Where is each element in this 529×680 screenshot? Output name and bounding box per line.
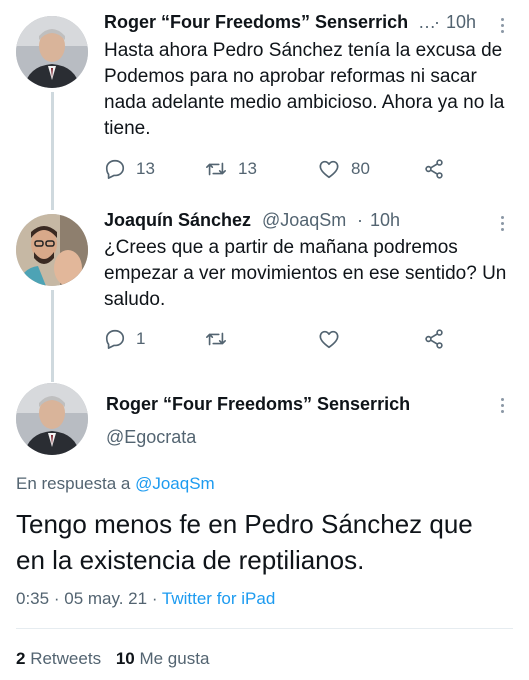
heart-icon [319, 330, 339, 349]
author-handle[interactable]: @Egocrata [106, 427, 196, 448]
meta-separator: · [151, 589, 158, 608]
retweet-icon [206, 332, 226, 346]
tweet-source-link[interactable]: Twitter for iPad [162, 589, 275, 608]
tweet-time[interactable]: 10h [370, 210, 400, 231]
author-name[interactable]: Roger “Four Freedoms” Senserrich [104, 12, 408, 33]
likes-stat[interactable]: 10 Me gusta [116, 649, 210, 668]
avatar[interactable] [16, 16, 88, 88]
author-name[interactable]: Roger “Four Freedoms” Senserrich [106, 394, 410, 415]
tweet-date: 05 may. 21 [64, 589, 148, 608]
reply-button[interactable]: 13 [104, 158, 155, 180]
reply-context: En respuesta a @JoaqSm [16, 474, 215, 494]
retweets-stat[interactable]: 2 Retweets [16, 649, 106, 668]
retweets-count: 2 [16, 649, 26, 668]
avatar[interactable] [16, 383, 88, 455]
tweet-time[interactable]: 10h [446, 12, 476, 33]
time-separator: · [434, 12, 440, 32]
meta-separator: · [53, 589, 60, 608]
reply-count: 1 [136, 329, 146, 348]
retweet-count: 13 [238, 159, 257, 178]
reply-prefix: En respuesta a [16, 474, 131, 493]
divider [16, 628, 513, 629]
engagement-stats: 2 Retweets 10 Me gusta [16, 649, 209, 669]
reply-to-link[interactable]: @JoaqSm [135, 474, 215, 493]
retweets-label: Retweets [30, 649, 102, 668]
retweet-button[interactable] [204, 328, 228, 350]
heart-icon [319, 160, 339, 179]
tweet-text: Hasta ahora Pedro Sánchez tenía la excus… [104, 40, 505, 139]
thread-line [51, 290, 54, 382]
tweet-actions: 13 13 80 [104, 158, 464, 182]
likes-label: Me gusta [139, 649, 210, 668]
main-tweet-text: Tengo menos fe en Pedro Sánchez que en l… [16, 509, 473, 575]
reply-count: 13 [136, 159, 155, 178]
share-button[interactable] [423, 328, 445, 350]
reply-icon [105, 329, 125, 349]
avatar[interactable] [16, 214, 88, 286]
tweet-text: ¿Crees que a partir de mañana podremos e… [104, 237, 507, 310]
author-name[interactable]: Joaquín Sánchez [104, 210, 251, 231]
retweet-button[interactable]: 13 [204, 158, 257, 180]
more-vertical-icon[interactable] [499, 18, 505, 33]
share-button[interactable] [423, 158, 445, 180]
share-icon [425, 159, 443, 179]
like-count: 80 [351, 159, 370, 178]
like-button[interactable] [317, 328, 341, 350]
thread-line [51, 92, 54, 210]
more-vertical-icon[interactable] [499, 398, 505, 413]
likes-count: 10 [115, 649, 135, 668]
like-button[interactable]: 80 [317, 158, 370, 180]
reply-icon [105, 159, 125, 179]
tweet-actions: 1 [104, 328, 464, 352]
time-separator: · [357, 210, 363, 230]
share-icon [425, 329, 443, 349]
more-vertical-icon[interactable] [499, 216, 505, 231]
retweet-icon [206, 162, 226, 176]
tweet-meta: 0:35 · 05 may. 21 · Twitter for iPad [16, 589, 275, 609]
tweet-time: 0:35 [16, 589, 50, 608]
author-handle[interactable]: @JoaqSm [262, 210, 346, 231]
reply-button[interactable]: 1 [104, 328, 145, 350]
